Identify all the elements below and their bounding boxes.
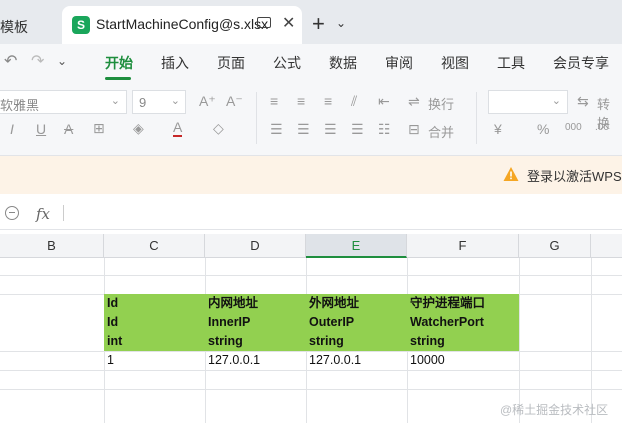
menu-data[interactable]: 数据	[329, 53, 357, 73]
formula-input[interactable]	[72, 206, 612, 224]
menu-tools[interactable]: 工具	[497, 53, 525, 73]
undo-icon[interactable]: ↶	[4, 51, 17, 71]
align-middle-icon[interactable]: ≡	[297, 93, 305, 109]
menu-review[interactable]: 审阅	[385, 53, 413, 73]
merge-icon[interactable]: ⊟	[408, 121, 420, 138]
convert-icon[interactable]: ⇆	[577, 93, 589, 110]
menu-member[interactable]: 会员专享	[553, 53, 609, 73]
italic-icon[interactable]: I	[10, 121, 14, 137]
percent-icon[interactable]: %	[537, 121, 549, 137]
grow-font-icon[interactable]: A⁺	[199, 93, 216, 110]
wrap-label[interactable]: 换行	[428, 94, 454, 113]
font-name-value: 软雅黑	[0, 98, 40, 113]
clear-format-icon[interactable]: ◇	[213, 120, 224, 137]
gridline	[0, 389, 622, 390]
cell-e-row2[interactable]: OuterIP	[309, 313, 354, 332]
fill-color-icon[interactable]: ◈	[133, 120, 144, 137]
cell-e-row4[interactable]: 127.0.0.1	[309, 351, 361, 370]
cell-d-row4[interactable]: 127.0.0.1	[208, 351, 260, 370]
close-tab-icon[interactable]: ✕	[282, 13, 295, 33]
redo-icon[interactable]: ↷	[31, 51, 44, 71]
menu-insert[interactable]: 插入	[161, 53, 189, 73]
chevron-down-icon: ⌄	[110, 95, 120, 107]
column-header-f[interactable]: F	[407, 234, 519, 258]
column-header-b[interactable]: B	[0, 234, 104, 258]
align-top-icon[interactable]: ≡	[270, 93, 278, 109]
monitor-icon[interactable]	[257, 17, 271, 28]
column-header-e[interactable]: E	[306, 234, 407, 258]
cell-d-row3[interactable]: string	[208, 332, 243, 351]
menu-formula[interactable]: 公式	[273, 53, 301, 73]
divider	[63, 205, 64, 221]
gridline	[0, 370, 622, 371]
thousands-icon[interactable]: 000	[565, 122, 582, 133]
font-name-select[interactable]: 软雅黑 ⌄	[0, 90, 127, 114]
gridline	[591, 258, 592, 423]
font-size-value: 9	[139, 95, 147, 110]
align-bottom-icon[interactable]: ≡	[324, 93, 332, 109]
chevron-down-icon: ⌄	[170, 95, 180, 107]
login-prompt[interactable]: 登录以激活WPS，	[527, 166, 622, 185]
indent-icon[interactable]: ⇤	[378, 93, 390, 110]
cell-f-row4[interactable]: 10000	[410, 351, 445, 370]
font-size-select[interactable]: 9 ⌄	[132, 90, 186, 114]
cell-e-row1[interactable]: 外网地址	[309, 294, 359, 313]
zoom-out-icon[interactable]	[5, 206, 19, 220]
number-format-select[interactable]: ⌄	[488, 90, 568, 114]
active-menu-indicator	[105, 77, 131, 80]
distribute-icon[interactable]: ☷	[378, 121, 391, 138]
strikethrough-icon[interactable]: A	[64, 121, 73, 137]
shrink-font-icon[interactable]: A⁻	[226, 93, 243, 110]
cell-d-row1[interactable]: 内网地址	[208, 294, 258, 313]
divider	[256, 92, 257, 144]
align-right-icon[interactable]: ☰	[324, 121, 337, 138]
underline-icon[interactable]: U	[36, 121, 46, 137]
border-icon[interactable]: ⊞	[93, 120, 105, 137]
justify-icon[interactable]: ☰	[351, 121, 364, 138]
new-tab-button[interactable]: +	[312, 11, 325, 37]
cell-c-row2[interactable]: Id	[107, 313, 118, 332]
decimal-icon[interactable]: .00	[595, 122, 609, 133]
warning-icon	[503, 167, 519, 181]
align-left-icon[interactable]: ☰	[270, 121, 283, 138]
font-color-icon[interactable]: A	[173, 120, 183, 137]
menu-page[interactable]: 页面	[217, 53, 245, 73]
column-header-d[interactable]: D	[205, 234, 306, 258]
menu-home[interactable]: 开始	[105, 53, 133, 73]
wrap-icon[interactable]: ⇌	[408, 93, 420, 110]
cell-c-row3[interactable]: int	[107, 332, 122, 351]
menu-view[interactable]: 视图	[441, 53, 469, 73]
chevron-down-icon: ⌄	[551, 95, 561, 107]
cell-f-row1[interactable]: 守护进程端口	[410, 294, 485, 313]
cell-c-row1[interactable]: Id	[107, 294, 118, 313]
spreadsheet-icon: S	[72, 16, 90, 34]
align-center-icon[interactable]: ☰	[297, 121, 310, 138]
menu-bar	[0, 44, 622, 82]
gridline	[519, 258, 520, 423]
fx-icon[interactable]: fx	[36, 205, 50, 223]
cell-c-row4[interactable]: 1	[107, 351, 114, 370]
document-title: StartMachineConfig@s.xlsx	[96, 16, 269, 32]
orientation-icon[interactable]: ⫽	[351, 93, 357, 110]
column-header-c[interactable]: C	[104, 234, 205, 258]
currency-icon[interactable]: ¥	[494, 121, 502, 137]
cell-e-row3[interactable]: string	[309, 332, 344, 351]
cell-f-row2[interactable]: WatcherPort	[410, 313, 484, 332]
chevron-down-icon[interactable]: ⌄	[336, 16, 346, 30]
merge-label[interactable]: 合并	[428, 122, 454, 141]
cell-d-row2[interactable]: InnerIP	[208, 313, 250, 332]
divider	[476, 92, 477, 144]
watermark: @稀土掘金技术社区	[500, 403, 609, 417]
chevron-down-icon[interactable]: ⌄	[57, 54, 67, 68]
column-header-g[interactable]: G	[519, 234, 591, 258]
gridline	[0, 275, 622, 276]
tab-template[interactable]: 模板	[0, 8, 56, 44]
cell-f-row3[interactable]: string	[410, 332, 445, 351]
